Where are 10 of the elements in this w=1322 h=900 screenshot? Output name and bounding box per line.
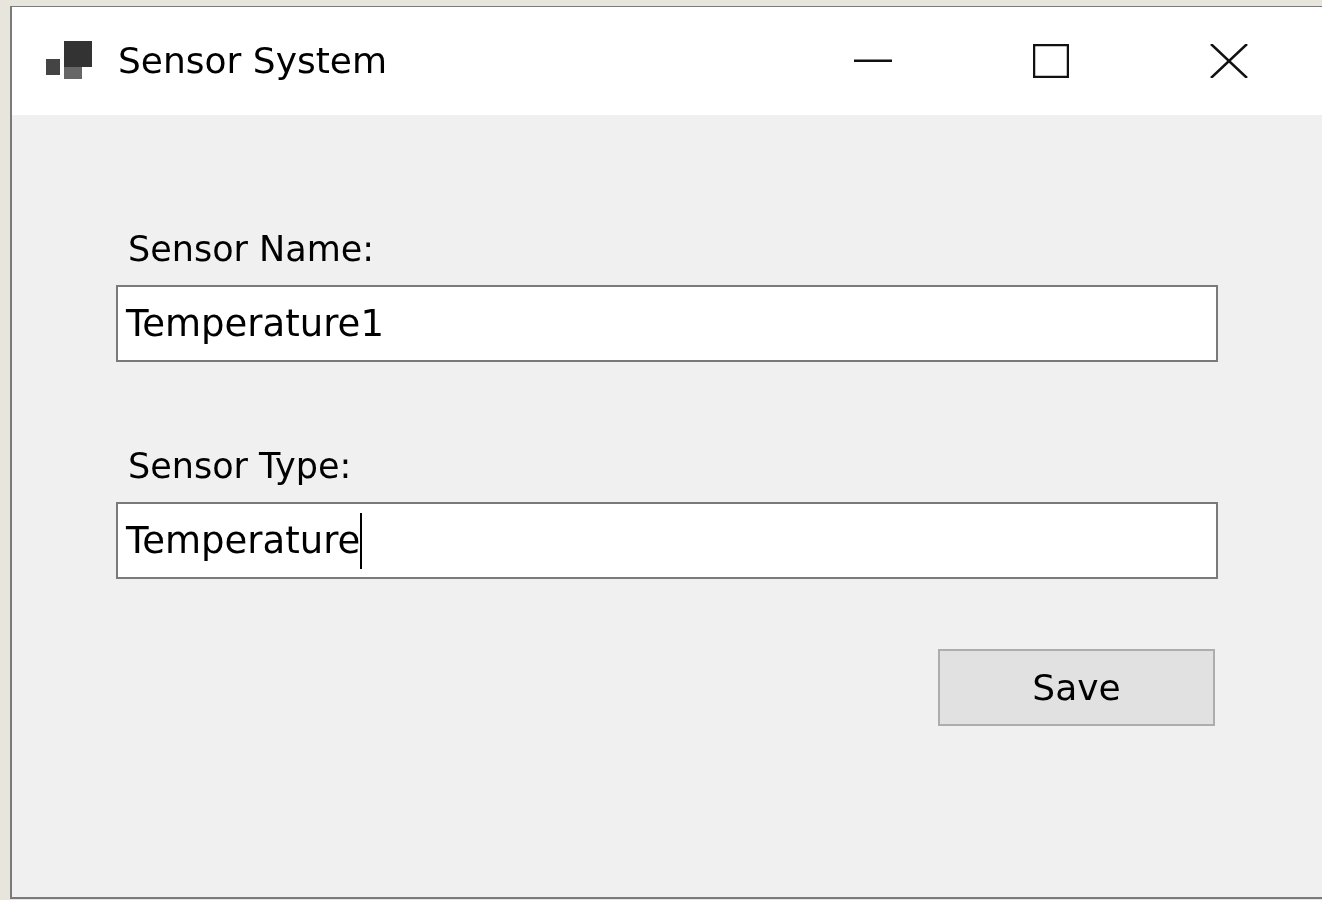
minimize-icon bbox=[854, 59, 892, 63]
field-label: Sensor Name: bbox=[128, 228, 376, 271]
window-title: Sensor System bbox=[118, 43, 388, 79]
field-label: Sensor Type: bbox=[128, 445, 353, 488]
close-icon bbox=[1210, 44, 1248, 78]
maximize-icon bbox=[1033, 44, 1069, 78]
text-field[interactable]: Temperature bbox=[116, 502, 1218, 579]
save-button[interactable]: Save bbox=[938, 649, 1215, 726]
text-field[interactable]: Temperature1 bbox=[116, 285, 1218, 362]
app-icon bbox=[46, 41, 94, 81]
